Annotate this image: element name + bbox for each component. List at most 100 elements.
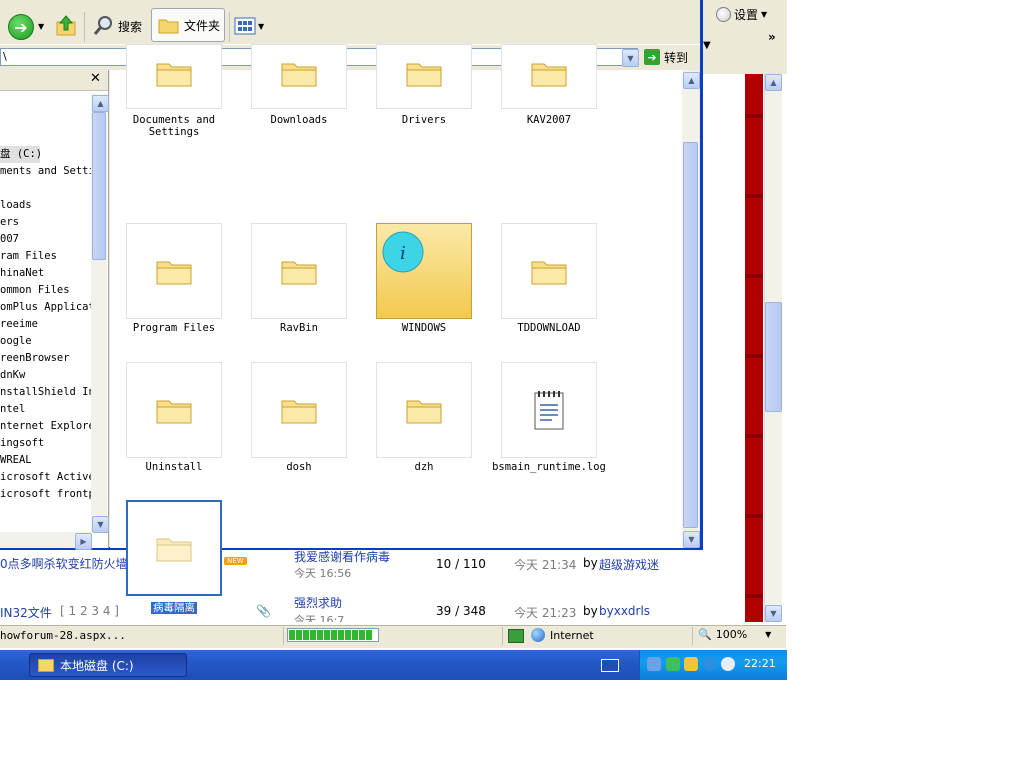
file-item[interactable] bbox=[501, 362, 597, 458]
toolbar-overflow-icon[interactable]: » bbox=[768, 30, 776, 44]
shield-icon[interactable] bbox=[666, 657, 680, 671]
folder-item[interactable]: i bbox=[376, 223, 472, 319]
tree-item[interactable]: reenBrowser bbox=[0, 350, 91, 367]
tree-item[interactable]: dnKw bbox=[0, 367, 91, 384]
tree-item[interactable]: nternet Explorer bbox=[0, 418, 91, 435]
antivirus-icon[interactable] bbox=[703, 657, 717, 671]
zone-label: Internet bbox=[550, 629, 594, 642]
scroll-up-icon[interactable]: ▲ bbox=[92, 95, 109, 112]
go-arrow-icon: ➔ bbox=[644, 49, 660, 65]
back-button[interactable]: ➔ bbox=[8, 14, 34, 40]
back-history-dropdown[interactable]: ▼ bbox=[38, 22, 44, 31]
tree-item[interactable]: icrosoft frontpage bbox=[0, 486, 91, 503]
tree-item[interactable]: ers bbox=[0, 214, 91, 231]
post-date: 今天 16:56 bbox=[294, 567, 352, 580]
network-icon[interactable] bbox=[647, 657, 661, 671]
views-button[interactable]: ▼ bbox=[234, 14, 264, 38]
folder-item[interactable] bbox=[126, 223, 222, 319]
item-label: 病毒隔离 bbox=[104, 602, 244, 614]
zoom-level: 100% bbox=[715, 628, 748, 641]
tree-item[interactable]: omPlus Applications bbox=[0, 299, 91, 316]
scroll-down-icon[interactable]: ▼ bbox=[683, 531, 700, 548]
tree-item[interactable]: 007 bbox=[0, 231, 91, 248]
folders-button[interactable]: 文件夹 bbox=[151, 8, 225, 42]
status-divider bbox=[283, 627, 284, 645]
user-link[interactable]: 超级游戏迷 bbox=[599, 556, 659, 573]
scroll-down-icon[interactable]: ▼ bbox=[765, 605, 782, 622]
folder-item[interactable] bbox=[126, 500, 222, 596]
taskbar-button-explorer[interactable]: 本地磁盘 (C:) bbox=[29, 653, 187, 677]
folder-item[interactable] bbox=[126, 44, 222, 109]
folder-icon bbox=[156, 400, 192, 424]
folder-icon bbox=[531, 261, 567, 285]
tree-item[interactable]: icrosoft ActiveSync bbox=[0, 469, 91, 486]
item-label-text: dzh bbox=[414, 461, 434, 473]
volume-icon[interactable] bbox=[721, 657, 735, 671]
folder-item[interactable] bbox=[251, 362, 347, 458]
tree-item[interactable]: hinaNet bbox=[0, 265, 91, 282]
keyboard-icon[interactable] bbox=[601, 659, 619, 672]
last-topic-link[interactable]: 我爱感谢看作病毒 bbox=[294, 548, 390, 565]
item-label: Downloads bbox=[229, 114, 369, 126]
new-badge: NEW bbox=[224, 557, 247, 565]
warning-icon[interactable] bbox=[684, 657, 698, 671]
zoom-icon: 🔍 bbox=[698, 628, 712, 641]
settings-label: 设置 bbox=[734, 7, 759, 22]
item-label-text: Documents and Settings bbox=[132, 114, 216, 138]
scroll-thumb[interactable] bbox=[765, 302, 782, 412]
folder-icon bbox=[406, 63, 442, 87]
up-folder-button[interactable] bbox=[54, 14, 78, 38]
table-row: 0点多啊杀软变红防火墙变灰急急急!!! NEW 我爱感谢看作病毒 今天 16:5… bbox=[0, 548, 745, 594]
status-text: howforum-28.aspx... bbox=[0, 629, 126, 642]
folder-item[interactable] bbox=[126, 362, 222, 458]
item-label-text: bsmain_runtime.log bbox=[492, 461, 606, 473]
go-button[interactable]: ➔ 转到 bbox=[644, 48, 688, 66]
views-icon bbox=[234, 17, 256, 35]
scroll-up-icon[interactable]: ▲ bbox=[765, 74, 782, 91]
security-icon bbox=[508, 629, 524, 643]
toolbar-dropdown-icon[interactable]: ▼ bbox=[703, 40, 711, 51]
settings-button[interactable]: 设置 ▼ bbox=[716, 4, 767, 24]
svg-text:i: i bbox=[400, 243, 406, 264]
folder-item[interactable] bbox=[251, 223, 347, 319]
zoom-control[interactable]: 🔍 100% ▼ bbox=[698, 628, 771, 641]
scroll-right-icon[interactable]: ▶ bbox=[75, 533, 92, 550]
reply-stats: 39 / 348 bbox=[436, 604, 486, 618]
user-link[interactable]: byxxdrls bbox=[599, 604, 650, 618]
scroll-thumb[interactable] bbox=[683, 142, 698, 528]
item-label: RavBin bbox=[229, 322, 369, 334]
folder-icon bbox=[156, 538, 192, 562]
back-arrow-icon: ➔ bbox=[14, 17, 28, 37]
reply-stats: 10 / 110 bbox=[436, 557, 486, 571]
last-post-time: 今天 21:34 bbox=[514, 558, 577, 572]
folder-item[interactable] bbox=[501, 223, 597, 319]
folder-item[interactable] bbox=[501, 44, 597, 109]
close-icon[interactable]: ✕ bbox=[90, 71, 101, 86]
folders-label: 文件夹 bbox=[184, 18, 221, 33]
taskbar-button-label: 本地磁盘 (C:) bbox=[60, 658, 134, 673]
tree-item[interactable]: reeime bbox=[0, 316, 91, 333]
scroll-up-icon[interactable]: ▲ bbox=[683, 72, 700, 89]
topic-link[interactable]: IN32文件 bbox=[0, 604, 52, 621]
folder-item[interactable] bbox=[376, 44, 472, 109]
tree-item[interactable]: ram Files bbox=[0, 248, 91, 265]
tree-item[interactable]: loads bbox=[0, 197, 91, 214]
folder-item[interactable] bbox=[251, 44, 347, 109]
last-topic-link[interactable]: 强烈求助 bbox=[294, 594, 342, 611]
item-label-text: 病毒隔离 bbox=[151, 602, 197, 614]
tree-item[interactable]: ingsoft bbox=[0, 435, 91, 452]
tree-item[interactable]: 盘 (C:) bbox=[0, 146, 40, 163]
item-label: TDDOWNLOAD bbox=[479, 322, 619, 334]
tree-item[interactable]: ments and Settings bbox=[0, 163, 91, 180]
item-label: dzh bbox=[354, 461, 494, 473]
search-button[interactable]: 搜索 bbox=[88, 12, 146, 40]
item-label: bsmain_runtime.log bbox=[479, 461, 619, 473]
tree-item[interactable]: nstallShield Installation bbox=[0, 384, 91, 401]
tree-item[interactable]: ommon Files bbox=[0, 282, 91, 299]
scroll-down-icon[interactable]: ▼ bbox=[92, 516, 109, 533]
tree-item[interactable]: oogle bbox=[0, 333, 91, 350]
tree-item[interactable]: ntel bbox=[0, 401, 91, 418]
address-dropdown-icon[interactable]: ▼ bbox=[622, 49, 639, 67]
folder-item[interactable] bbox=[376, 362, 472, 458]
tree-item[interactable]: WREAL bbox=[0, 452, 91, 469]
